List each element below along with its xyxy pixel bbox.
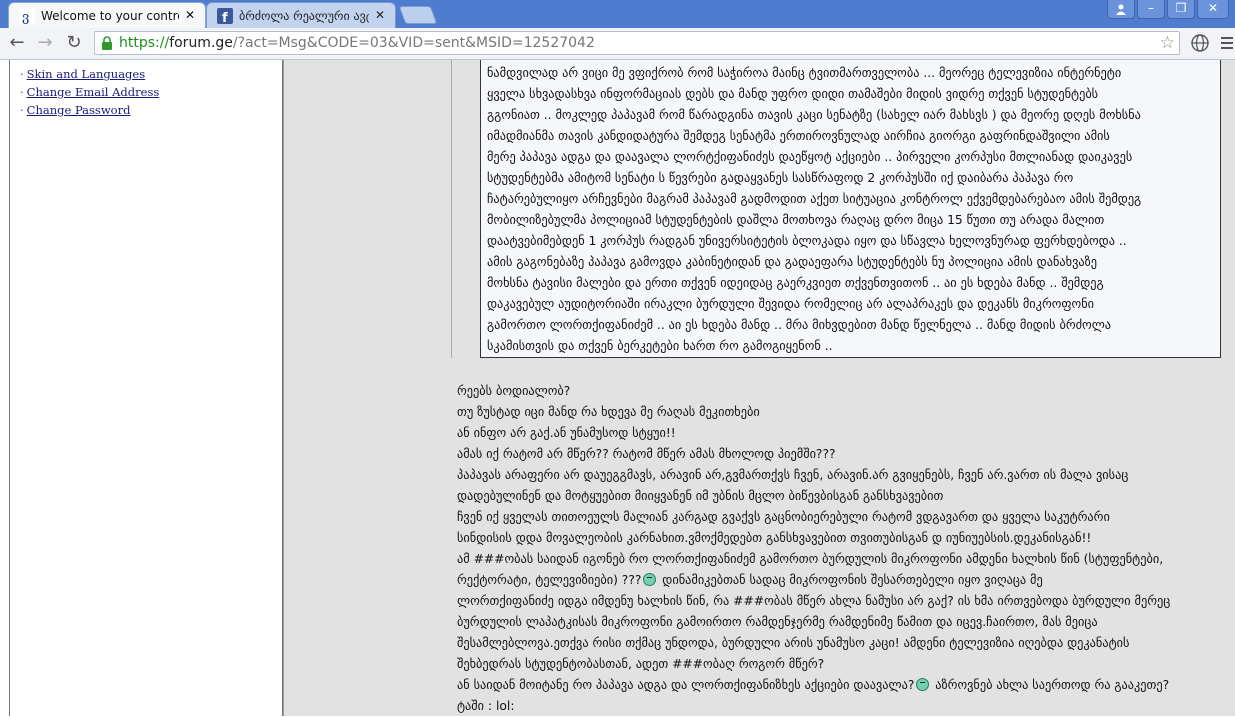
sidebar-item-change-password: · Change Password	[20, 103, 131, 117]
sidebar-item-change-email: · Change Email Address	[20, 85, 160, 99]
message-line: დადებულინენ და მოტყუებით მიიყვანენ იმ უბ…	[457, 489, 944, 503]
quote-line: ყველა სხვადასხვა ინფორმაციას დებს და მან…	[487, 87, 1099, 101]
new-tab-button[interactable]	[398, 6, 438, 24]
tab-title: ბრძოლა რეალური ავტო	[239, 9, 369, 23]
forum-ge-favicon-icon: ვ	[19, 8, 35, 24]
quote-line: მობილიზებულმა პოლიციამ სტუდენტების დაშლა…	[487, 213, 1105, 227]
quote-line: დაკავებულ აუდიტორიაში ირაკლი ბურდული შევ…	[487, 297, 1095, 311]
message-line: ამ ###ობას საიდან იგონებ რო ლორთქიფანიძე…	[457, 552, 1164, 566]
sidebar-item-skin-languages: · Skin and Languages	[20, 67, 146, 81]
svg-text:ვ: ვ	[22, 10, 29, 24]
message-line: სინდისის დდა მოვალეობის კარნახით.ვმოქმედ…	[457, 531, 1092, 545]
forward-arrow-icon[interactable]: →	[34, 32, 56, 54]
quote-line: სკამისთვის და თქვენ ბერკეტები ხართ რო გა…	[487, 339, 833, 353]
message-line: ამას იქ რატომ არ მწერ?? რატომ მწერ ამას …	[457, 447, 836, 461]
message-line: ან საიდან მოიტანე რო პაპავა ადგა და ლორთ…	[457, 678, 1170, 692]
message-line: შეხბედრას სტუდენტობასთან, ადეთ ###ობაღ რ…	[457, 657, 825, 671]
window-controls: – ❐ ✕	[1107, 0, 1229, 20]
back-arrow-icon[interactable]: ←	[6, 32, 28, 54]
tab-title: Welcome to your control p	[41, 9, 179, 23]
url-scheme: https://	[119, 35, 170, 51]
message-line: ან ინფო არ გაქ.ან უნამუსოდ სტყუი!!	[457, 426, 676, 440]
message-line: შესამლებლოვა.ეთქვა რისი თქმაც უნდოდა, ბუ…	[457, 636, 1130, 650]
message-line: თუ ზუსტად იცი მანდ რა ხდევა მე რაღას მეკ…	[457, 405, 760, 419]
facebook-favicon-icon: f	[217, 8, 233, 24]
quoted-message: ნამდვილად არ ვიცი მე ვფიქრობ რომ საჭიროა…	[480, 60, 1221, 358]
message-line: პაპავას არაფერი არ დაუეგგმავს, არავინ არ…	[457, 468, 1129, 482]
skin-languages-link[interactable]: Skin and Languages	[27, 67, 145, 81]
message-line: ტაში : lol:	[457, 699, 515, 713]
reload-icon[interactable]: ↻	[63, 32, 85, 54]
page-content: · Skin and Languages · Change Email Addres…	[0, 60, 1235, 716]
browser-toolbar: ← → ↻ https://forum.ge/?act=Msg&CODE=03&…	[0, 28, 1235, 60]
tab-forum-control-panel[interactable]: ვ Welcome to your control p ✕	[8, 2, 206, 28]
close-tab-icon[interactable]: ✕	[373, 8, 387, 22]
tab-strip: ვ Welcome to your control p ✕ f ბრძოლა რ…	[0, 0, 1235, 28]
tab-facebook[interactable]: f ბრძოლა რეალური ავტო ✕	[206, 2, 396, 28]
control-panel-sidebar: · Skin and Languages · Change Email Addres…	[9, 60, 283, 716]
quote-divider	[451, 60, 452, 358]
quote-line: ამის გაგონებაზე პაპავა გამოვდა კაბინეტიდ…	[487, 255, 1098, 269]
quote-line: გამორთო ლორთქიფანიძემ .. აი ეს ხდება მან…	[487, 318, 1112, 332]
message-line: რეებს ბოდიალობ?	[457, 384, 571, 398]
smiley-emoticon-icon	[643, 573, 657, 586]
message-line: ბურდულის ლაპატკისას მიკროფონი გამოირთო რ…	[457, 615, 1098, 629]
message-view: ნამდვილად არ ვიცი მე ვფიქრობ რომ საჭიროა…	[283, 60, 1235, 716]
smiley-emoticon-icon	[916, 678, 930, 691]
quote-line: ნამდვილად არ ვიცი მე ვფიქრობ რომ საჭიროა…	[487, 66, 1122, 80]
quote-line: მოხსნა ტავისი მალები და ერთი თქვენ იდეიდ…	[487, 276, 1104, 290]
minimize-icon[interactable]: –	[1137, 0, 1165, 19]
change-password-link[interactable]: Change Password	[27, 103, 131, 117]
quote-line: სტუდენტებმა ამიტომ სენატი ს წევრები გადა…	[487, 171, 1074, 185]
url-text: https://forum.ge/?act=Msg&CODE=03&VID=se…	[119, 35, 595, 51]
message-body: რეებს ბოდიალობ? თუ ზუსტად იცი მანდ რა ხდე…	[457, 381, 1235, 717]
bookmark-star-icon[interactable]: ☆	[1160, 33, 1175, 53]
user-profile-icon[interactable]	[1107, 0, 1135, 19]
message-line: ჩვენ იქ ყველას თითოეულს მალიან კარგად გვ…	[457, 510, 1110, 524]
url-host: forum.ge	[169, 35, 233, 51]
address-bar[interactable]: https://forum.ge/?act=Msg&CODE=03&VID=se…	[94, 31, 1180, 55]
url-path: /?act=Msg&CODE=03&VID=sent&MSID=12527042	[232, 35, 595, 51]
svg-text:f: f	[222, 11, 228, 24]
lock-icon	[102, 36, 112, 50]
close-window-icon[interactable]: ✕	[1197, 0, 1229, 19]
quote-line: მერე პაპავა ადგა და დაავალა ლორტქიფანიძე…	[487, 150, 1133, 164]
close-tab-icon[interactable]: ✕	[183, 8, 197, 22]
change-email-link[interactable]: Change Email Address	[27, 85, 160, 99]
quote-line: იმადმიანმა თავის კანდიდატურა შემდეგ სენა…	[487, 129, 1110, 143]
menu-icon[interactable]	[1220, 35, 1234, 51]
quote-line: დაატვებიმებდენ 1 კორპუს რადგან უნივერსიტ…	[487, 234, 1127, 248]
message-line: რექტორატი, ტელევიზიები) ??? დინამიკებთან…	[457, 573, 1043, 587]
quote-line: ჩატარებულიყო არჩევნები მაგრამ პაპავამ გა…	[487, 192, 1142, 206]
restore-icon[interactable]: ❐	[1167, 0, 1195, 19]
message-line: ლორთქიფანიძე იდგა იმდენუ ხალხის წინ, რა …	[457, 594, 1171, 608]
globe-icon[interactable]	[1190, 33, 1210, 53]
quote-line: გგონიათ .. მოკლედ პაპავამ რომ წარადგინა …	[487, 108, 1141, 122]
